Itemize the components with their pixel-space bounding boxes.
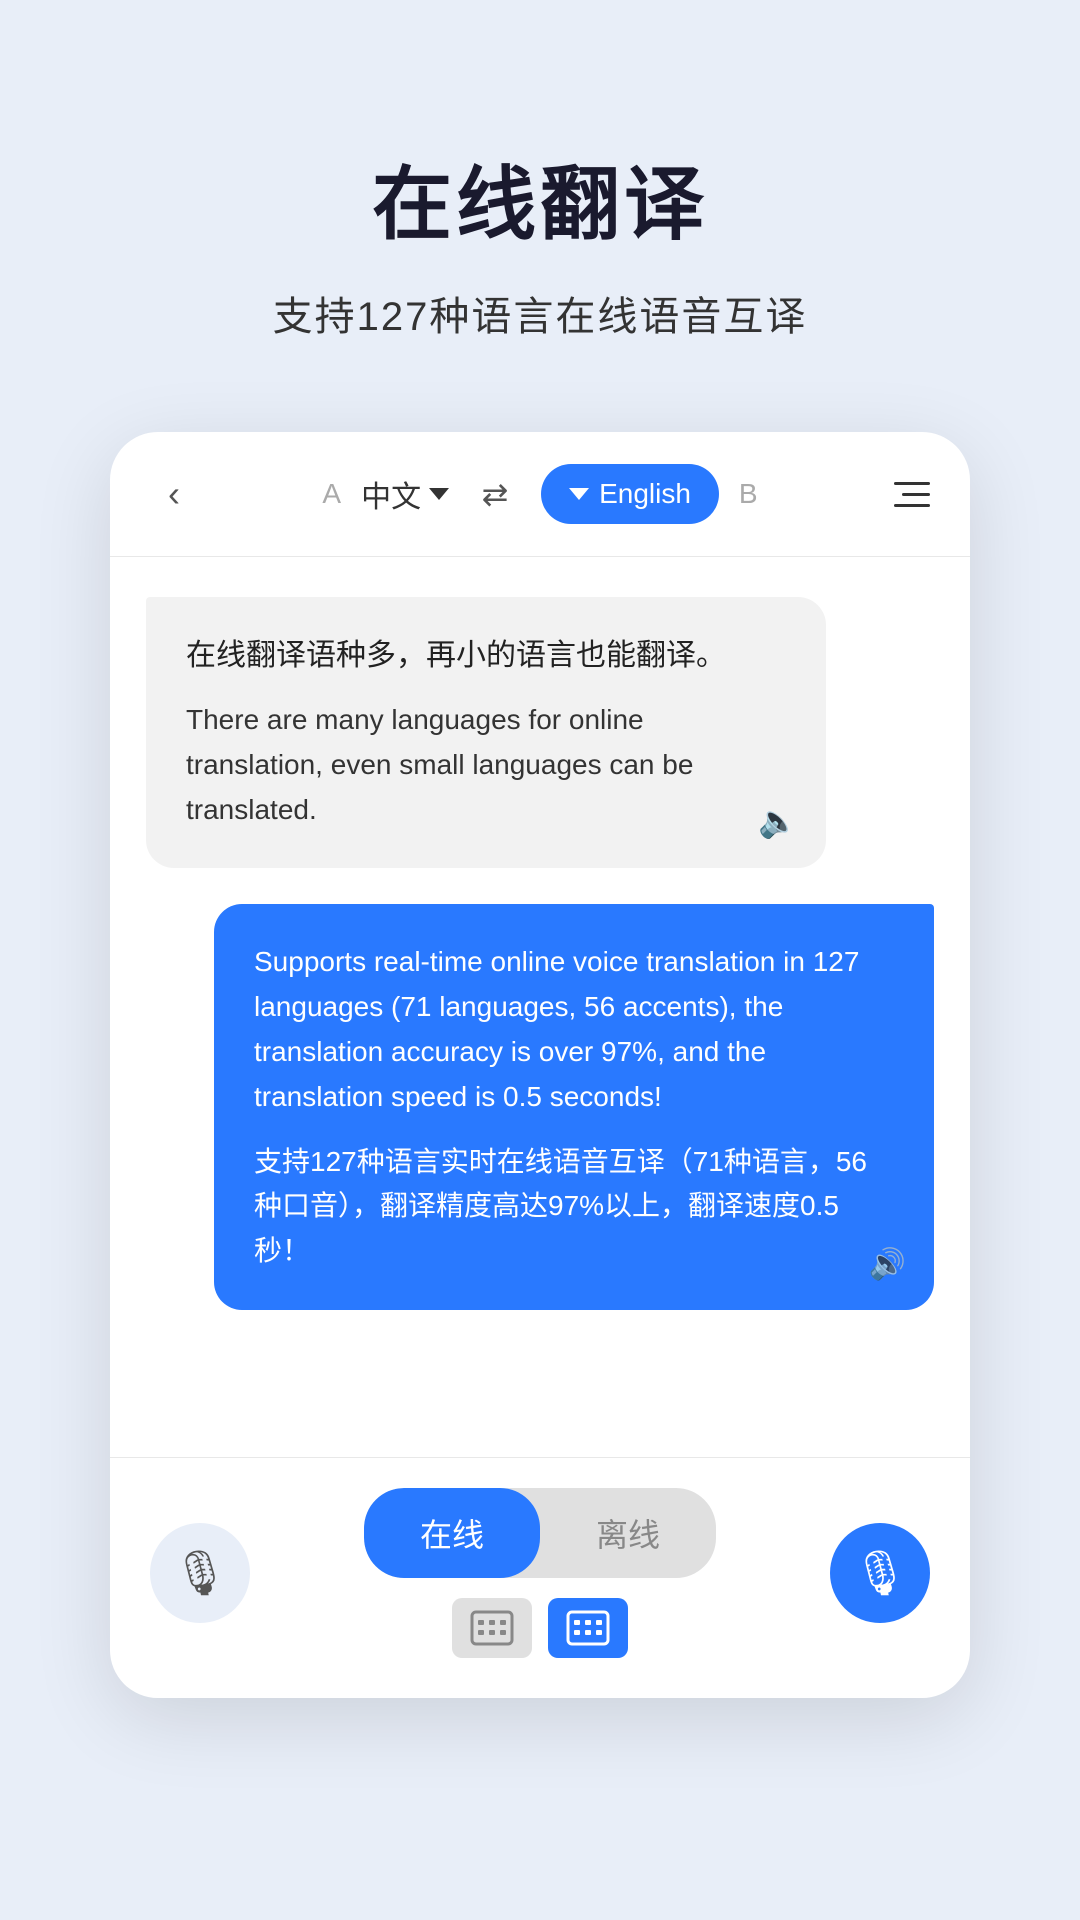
menu-line-1 bbox=[894, 482, 930, 485]
keyboard-active-icon bbox=[566, 1610, 610, 1646]
menu-line-3 bbox=[894, 504, 930, 507]
bottom-center: 在线 离线 bbox=[364, 1488, 716, 1658]
swap-icon: ⇄ bbox=[482, 475, 509, 513]
keyboard-button-active[interactable] bbox=[548, 1598, 628, 1658]
back-icon: ‹ bbox=[168, 473, 180, 515]
offline-button[interactable]: 离线 bbox=[540, 1488, 716, 1578]
speaker-icon-left[interactable]: 🔈 bbox=[758, 802, 798, 840]
sent-bubble: Supports real-time online voice translat… bbox=[214, 904, 934, 1310]
online-button[interactable]: 在线 bbox=[364, 1488, 540, 1578]
received-bubble: 在线翻译语种多，再小的语言也能翻译。 There are many langua… bbox=[146, 597, 826, 868]
menu-button[interactable] bbox=[882, 470, 930, 518]
mic-icon-right: 🎙 bbox=[852, 1547, 908, 1599]
speaker-icon-right[interactable]: 🔊 bbox=[869, 1247, 906, 1282]
source-language-selector[interactable]: 中文 bbox=[361, 472, 449, 516]
sent-text-chinese: 支持127种语言实时在线语音互译（71种语言，56种口音），翻译精度高达97%以… bbox=[254, 1140, 894, 1274]
keyboard-button-inactive[interactable] bbox=[452, 1598, 532, 1658]
top-bar: ‹ A 中文 ⇄ English B bbox=[110, 432, 970, 557]
swap-languages-button[interactable]: ⇄ bbox=[469, 468, 521, 520]
mic-icon-left: 🎙 bbox=[172, 1547, 228, 1599]
language-controls: A 中文 ⇄ English B bbox=[198, 464, 882, 524]
source-language-text: 中文 bbox=[361, 472, 421, 516]
target-dropdown-arrow bbox=[569, 488, 589, 500]
target-language-text: English bbox=[599, 478, 691, 510]
received-text-chinese: 在线翻译语种多，再小的语言也能翻译。 bbox=[186, 633, 786, 678]
page-header: 在线翻译 支持127种语言在线语音互译 bbox=[0, 0, 1080, 402]
online-offline-toggle[interactable]: 在线 离线 bbox=[364, 1488, 716, 1578]
page-title: 在线翻译 bbox=[372, 140, 708, 256]
back-button[interactable]: ‹ bbox=[150, 470, 198, 518]
source-dropdown-arrow bbox=[429, 488, 449, 500]
lang-a-label: A bbox=[322, 478, 341, 510]
bottom-bar: 🎙 在线 离线 bbox=[110, 1457, 970, 1698]
received-text-english: There are many languages for online tran… bbox=[186, 698, 786, 832]
mic-button-left[interactable]: 🎙 bbox=[150, 1523, 250, 1623]
target-language-selector[interactable]: English bbox=[541, 464, 719, 524]
lang-b-label: B bbox=[739, 478, 758, 510]
page-subtitle: 支持127种语言在线语音互译 bbox=[273, 284, 808, 342]
sent-text-english: Supports real-time online voice translat… bbox=[254, 940, 894, 1119]
chat-area: 在线翻译语种多，再小的语言也能翻译。 There are many langua… bbox=[110, 557, 970, 1457]
keyboard-icons bbox=[452, 1598, 628, 1658]
mic-button-right[interactable]: 🎙 bbox=[830, 1523, 930, 1623]
phone-mockup: ‹ A 中文 ⇄ English B 在线翻译语种 bbox=[110, 432, 970, 1698]
keyboard-inactive-icon bbox=[470, 1610, 514, 1646]
menu-line-2 bbox=[902, 493, 930, 496]
